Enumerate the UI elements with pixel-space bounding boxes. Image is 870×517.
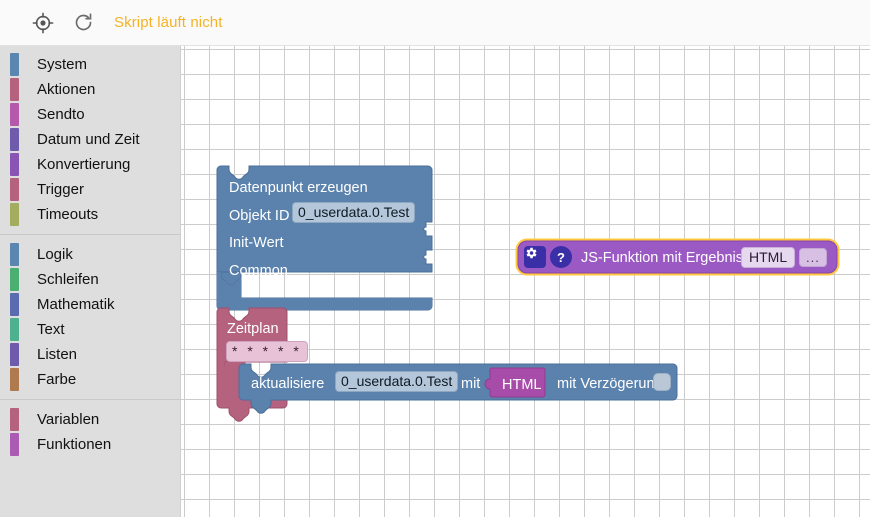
- blockly-workspace[interactable]: Datenpunkt erzeugen Objekt ID 0_userdata…: [181, 46, 870, 517]
- sidebar-item-label: Schleifen: [37, 271, 99, 288]
- sidebar-item-label: Konvertierung: [37, 156, 131, 173]
- category-color-swatch: [10, 343, 19, 366]
- block-canvas[interactable]: Datenpunkt erzeugen Objekt ID 0_userdata…: [181, 46, 870, 517]
- toolbox-group-3: Variablen Funktionen: [0, 407, 180, 457]
- attached-value-block-html[interactable]: HTML: [482, 367, 547, 398]
- category-color-swatch: [10, 53, 19, 76]
- sidebar-item-trigger[interactable]: Trigger: [0, 177, 180, 202]
- toolbox-divider: [0, 399, 180, 400]
- delay-input-socket[interactable]: [653, 373, 671, 391]
- block-title: Datenpunkt erzeugen: [229, 180, 368, 196]
- refresh-icon[interactable]: [70, 10, 96, 36]
- sidebar-item-datum-und-zeit[interactable]: Datum und Zeit: [0, 127, 180, 152]
- label-aktualisiere: aktualisiere: [251, 376, 325, 392]
- sidebar-item-sendto[interactable]: Sendto: [0, 102, 180, 127]
- result-type-badge[interactable]: HTML: [741, 247, 796, 268]
- category-color-swatch: [10, 128, 19, 151]
- field-object-id[interactable]: 0_userdata.0.Test: [335, 371, 459, 392]
- sidebar-item-label: Datum und Zeit: [37, 131, 140, 148]
- sidebar-item-listen[interactable]: Listen: [0, 342, 180, 367]
- script-run-status: Skript läuft nicht: [114, 14, 223, 31]
- sidebar-item-label: Funktionen: [37, 436, 112, 453]
- sidebar-item-timeouts[interactable]: Timeouts: [0, 202, 180, 227]
- category-color-swatch: [10, 408, 19, 431]
- sidebar-item-label: Timeouts: [37, 206, 99, 223]
- category-color-swatch: [10, 368, 19, 391]
- block-datenpunkt-erzeugen[interactable]: Datenpunkt erzeugen Objekt ID 0_userdata…: [216, 165, 437, 313]
- row-label-objekt-id: Objekt ID: [229, 208, 290, 224]
- sidebar-item-label: Logik: [37, 246, 73, 263]
- top-toolbar: Skript läuft nicht: [0, 0, 870, 46]
- row-label-common: Common: [229, 263, 288, 279]
- crosshair-target-icon[interactable]: [30, 10, 56, 36]
- sidebar-item-mathematik[interactable]: Mathematik: [0, 292, 180, 317]
- category-color-swatch: [10, 268, 19, 291]
- category-color-swatch: [10, 243, 19, 266]
- sidebar-item-label: Aktionen: [37, 81, 96, 98]
- row-label-init-wert: Init-Wert: [229, 235, 284, 251]
- sidebar-item-label: Variablen: [37, 411, 100, 428]
- sidebar-item-label: Farbe: [37, 371, 77, 388]
- sidebar-item-funktionen[interactable]: Funktionen: [0, 432, 180, 457]
- toolbox-group-1: System Aktionen Sendto Datum und Zeit Ko…: [0, 52, 180, 227]
- value-block-label: HTML: [502, 377, 542, 393]
- sidebar-item-label: Sendto: [37, 106, 85, 123]
- category-color-swatch: [10, 203, 19, 226]
- block-js-funktion-mit-ergebnis[interactable]: ? JS-Funktion mit Ergebnis HTML ...: [515, 238, 843, 276]
- blockly-editor-app: Skript läuft nicht System Aktionen Sendt…: [0, 0, 870, 517]
- sidebar-item-label: Listen: [37, 346, 78, 363]
- sidebar-item-label: Text: [37, 321, 65, 338]
- code-editor-button[interactable]: ...: [799, 248, 827, 267]
- category-color-swatch: [10, 293, 19, 316]
- block-aktualisiere[interactable]: aktualisiere 0_userdata.0.Test mit HTML …: [238, 363, 679, 414]
- sidebar-item-farbe[interactable]: Farbe: [0, 367, 180, 392]
- category-color-swatch: [10, 78, 19, 101]
- help-icon[interactable]: ?: [550, 246, 572, 268]
- gear-icon[interactable]: [524, 246, 546, 268]
- blockly-toolbox[interactable]: System Aktionen Sendto Datum und Zeit Ko…: [0, 46, 181, 517]
- sidebar-item-aktionen[interactable]: Aktionen: [0, 77, 180, 102]
- toolbox-divider: [0, 234, 180, 235]
- sidebar-item-label: Mathematik: [37, 296, 115, 313]
- sidebar-item-logik[interactable]: Logik: [0, 242, 180, 267]
- category-color-swatch: [10, 153, 19, 176]
- sidebar-item-schleifen[interactable]: Schleifen: [0, 267, 180, 292]
- sidebar-item-text[interactable]: Text: [0, 317, 180, 342]
- sidebar-item-variablen[interactable]: Variablen: [0, 407, 180, 432]
- sidebar-item-system[interactable]: System: [0, 52, 180, 77]
- category-color-swatch: [10, 178, 19, 201]
- block-title: Zeitplan: [227, 321, 279, 337]
- category-color-swatch: [10, 433, 19, 456]
- sidebar-item-label: System: [37, 56, 88, 73]
- label-mit-verzoegerung: mit Verzögerung: [557, 376, 663, 392]
- category-color-swatch: [10, 318, 19, 341]
- field-objekt-id[interactable]: 0_userdata.0.Test: [292, 202, 416, 223]
- block-label: JS-Funktion mit Ergebnis: [581, 250, 743, 266]
- category-color-swatch: [10, 103, 19, 126]
- label-mit: mit: [461, 376, 481, 392]
- field-cron[interactable]: * * * * *: [226, 341, 308, 362]
- sidebar-item-konvertierung[interactable]: Konvertierung: [0, 152, 180, 177]
- toolbox-group-2: Logik Schleifen Mathematik Text Listen F…: [0, 242, 180, 392]
- sidebar-item-label: Trigger: [37, 181, 84, 198]
